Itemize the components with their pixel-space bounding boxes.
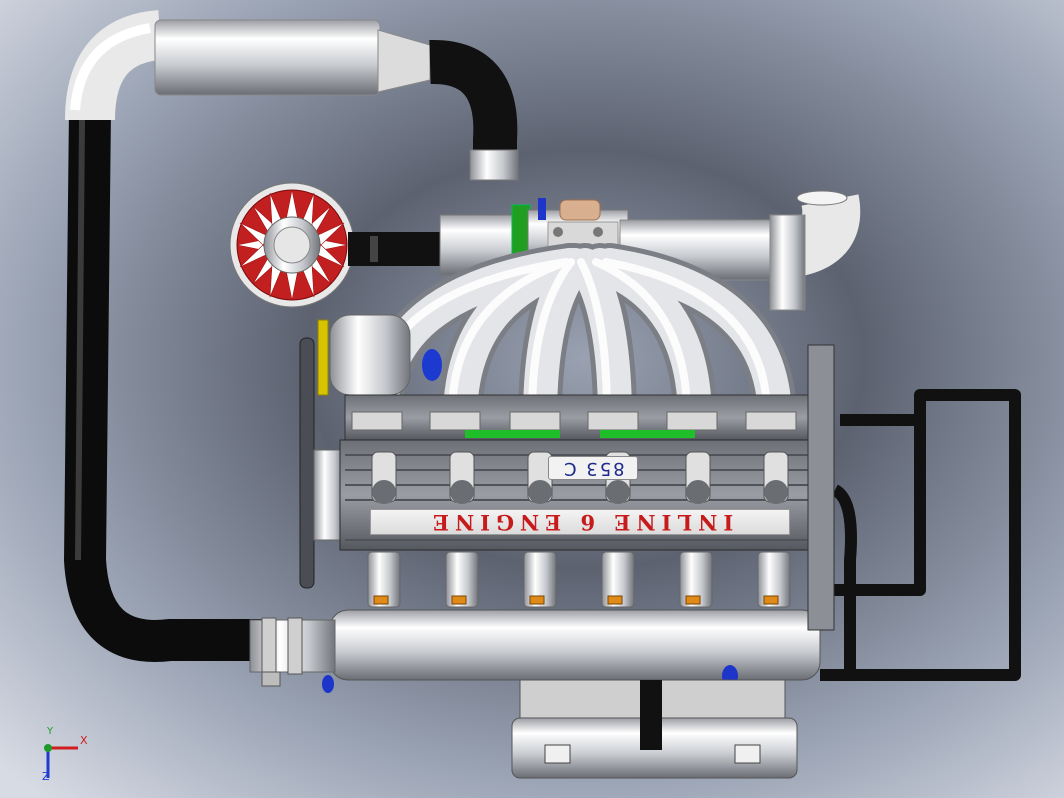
- cad-viewport[interactable]: 853 C INLINE 6 ENGINE X Y Z: [0, 0, 1064, 798]
- oil-pan[interactable]: [511, 679, 798, 779]
- engine-model[interactable]: [0, 0, 1064, 798]
- turbo-compressor-fan[interactable]: [229, 182, 355, 308]
- engine-label-text: INLINE 6 ENGINE: [426, 509, 734, 535]
- engine-badge-text: 853 C: [561, 457, 625, 479]
- intercooler-core: [154, 19, 381, 96]
- axis-y-label: Y: [47, 726, 54, 737]
- axis-z-label: Z: [42, 770, 50, 783]
- axis-x-label: X: [80, 734, 88, 747]
- engine-badge: 853 C: [548, 456, 638, 480]
- engine-label-banner: INLINE 6 ENGINE: [370, 509, 790, 535]
